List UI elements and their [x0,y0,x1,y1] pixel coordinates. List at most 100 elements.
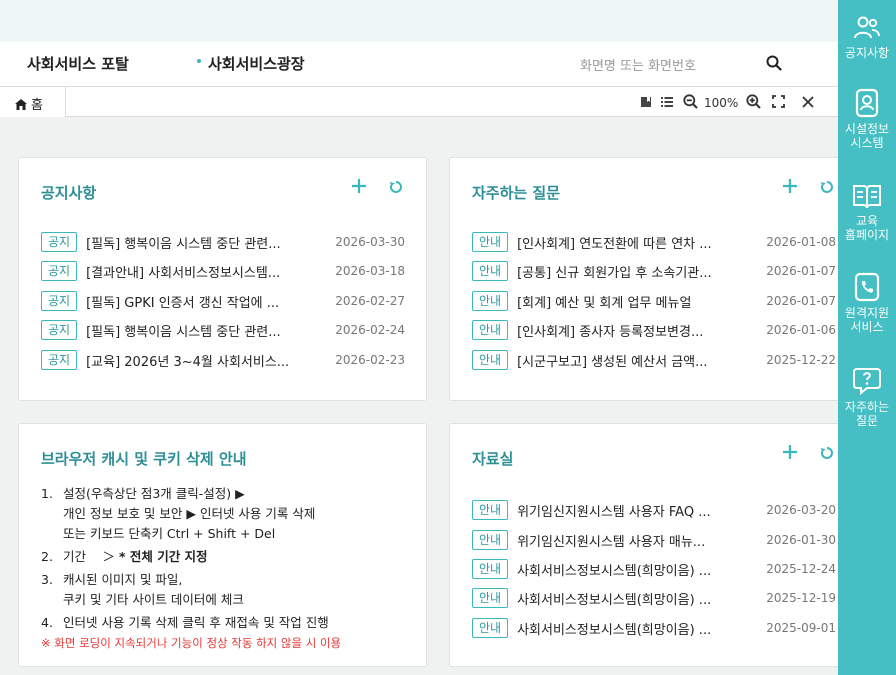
item-date: 2026-01-08 [766,235,836,249]
category-badge: 안내 [472,530,509,550]
zoom-level: 100% [704,96,739,110]
refresh-icon[interactable] [389,179,403,198]
category-badge: 안내 [472,291,509,311]
id-card-icon [855,88,879,118]
guide-title: 브라우저 캐시 및 쿠키 삭제 안내 [41,450,247,468]
list-icon[interactable] [661,96,673,111]
category-badge: 공지 [41,291,78,311]
list-item[interactable]: 안내 사회서비스정보시스템(희망이음) ... 2025-09-01 [472,617,844,639]
item-title[interactable]: 위기임신지원시스템 사용자 매뉴... [517,531,745,550]
guide-step: 4. 인터넷 사용 기록 삭제 클릭 후 재접속 및 작업 진행 [41,615,329,630]
item-title[interactable]: [교육] 2026년 3~4월 사회서비스... [86,351,314,370]
tab-home-label: 홈 [31,98,43,113]
list-item[interactable]: 안내 위기임신지원시스템 사용자 매뉴... 2026-01-30 [472,529,844,551]
item-date: 2026-02-24 [335,323,405,337]
faq-card: 자주하는 질문 안내 [인사회계] 연도전환에 따른 연차 ... 2026-01-… [449,157,849,401]
list-item[interactable]: 공지 [필독] 행복이음 시스템 중단 관련... 2026-03-30 [41,231,413,253]
item-title[interactable]: [결과안내] 사회서비스정보시스템... [86,262,314,281]
add-icon[interactable] [351,178,367,198]
list-item[interactable]: 안내 위기임신지원시스템 사용자 FAQ ... 2026-03-20 [472,499,844,521]
phone-icon [854,272,880,302]
category-badge: 안내 [472,232,509,252]
quick-facility-system[interactable]: 시설정보 시스템 [838,88,896,150]
book-icon [853,185,881,209]
list-item[interactable]: 공지 [필독] GPKI 인증서 갱신 작업에 ... 2026-02-27 [41,290,413,312]
add-icon[interactable] [782,178,798,198]
search-icon[interactable] [766,55,782,75]
item-title[interactable]: [공통] 신규 회원가입 후 소속기관... [517,262,745,281]
list-item[interactable]: 안내 [회계] 예산 및 회계 업무 메뉴얼 2026-01-07 [472,290,844,312]
item-title[interactable]: 위기임신지원시스템 사용자 FAQ ... [517,501,745,520]
portal-title[interactable]: 사회서비스 포탈 [27,53,129,74]
category-badge: 안내 [472,559,509,579]
category-badge: 안내 [472,261,509,281]
question-chat-icon [853,368,881,396]
category-badge: 안내 [472,500,509,520]
item-date: 2026-01-07 [766,294,836,308]
quick-faq-label: 자주하는 질문 [844,400,890,428]
list-item[interactable]: 안내 [인사회계] 종사자 등록정보변경... 2026-01-06 [472,319,844,341]
quick-menu-bar: 공지사항 시설정보 시스템 교육 홈페이지 원격지원 서비스 자주하는 질문 [838,0,896,675]
item-title[interactable]: [인사회계] 종사자 등록정보변경... [517,321,745,340]
list-item[interactable]: 안내 사회서비스정보시스템(희망이음) ... 2025-12-24 [472,558,844,580]
list-item[interactable]: 안내 사회서비스정보시스템(희망이음) ... 2025-12-19 [472,587,844,609]
zoom-in-icon[interactable] [746,94,762,112]
bookmark-icon[interactable] [640,96,652,111]
item-title[interactable]: [필독] 행복이음 시스템 중단 관련... [86,321,314,340]
tab-home[interactable]: 홈 [0,87,66,117]
quick-notice[interactable]: 공지사항 [838,14,896,60]
search-input[interactable]: 화면명 또는 화면번호 [580,55,696,74]
zoom-out-icon[interactable] [683,94,698,112]
list-item[interactable]: 안내 [인사회계] 연도전환에 따른 연차 ... 2026-01-08 [472,231,844,253]
quick-remote-label: 원격지원 서비스 [844,306,890,334]
refresh-icon[interactable] [820,445,834,464]
quick-education[interactable]: 교육 홈페이지 [838,182,896,242]
category-badge: 안내 [472,588,509,608]
notice-card: 공지사항 공지 [필독] 행복이음 시스템 중단 관련... 2026-03-30 … [18,157,427,401]
quick-faq[interactable]: 자주하는 질문 [838,366,896,428]
notice-title: 공지사항 [41,184,97,202]
people-icon [854,16,880,39]
header: 사회서비스 포탈 사회서비스광장 화면명 또는 화면번호 [0,42,838,86]
list-item[interactable]: 공지 [결과안내] 사회서비스정보시스템... 2026-03-18 [41,260,413,282]
category-badge: 공지 [41,261,78,281]
square-title[interactable]: 사회서비스광장 [197,53,305,74]
item-title[interactable]: 사회서비스정보시스템(희망이음) ... [517,589,745,608]
list-item[interactable]: 공지 [교육] 2026년 3~4월 사회서비스... 2026-02-23 [41,349,413,371]
list-item[interactable]: 안내 [공통] 신규 회원가입 후 소속기관... 2026-01-07 [472,260,844,282]
category-badge: 공지 [41,320,78,340]
list-item[interactable]: 공지 [필독] 행복이음 시스템 중단 관련... 2026-02-24 [41,319,413,341]
quick-remote-support[interactable]: 원격지원 서비스 [838,272,896,334]
item-title[interactable]: [필독] 행복이음 시스템 중단 관련... [86,233,314,252]
item-date: 2026-01-07 [766,264,836,278]
item-date: 2026-02-23 [335,353,405,367]
item-date: 2026-01-30 [766,533,836,547]
item-title[interactable]: [인사회계] 연도전환에 따른 연차 ... [517,233,745,252]
item-date: 2025-12-22 [766,353,836,367]
tab-bar: 홈 100% [0,86,838,117]
top-band [0,0,838,42]
category-badge: 공지 [41,232,78,252]
guide-body: 1. 설정(우측상단 점3개 클릭-설정) ▶ 개인 정보 보호 및 보안 ▶ 인터… [41,484,341,653]
library-card: 자료실 안내 위기임신지원시스템 사용자 FAQ ... 2026-03-20 안내… [449,423,849,667]
category-badge: 안내 [472,320,509,340]
item-title[interactable]: [시군구보고] 생성된 예산서 금액... [517,351,745,370]
add-icon[interactable] [782,444,798,464]
main-content: 공지사항 공지 [필독] 행복이음 시스템 중단 관련... 2026-03-30 … [0,117,849,675]
list-item[interactable]: 안내 [시군구보고] 생성된 예산서 금액... 2025-12-22 [472,349,844,371]
item-title[interactable]: [회계] 예산 및 회계 업무 메뉴얼 [517,292,745,311]
quick-education-label: 교육 홈페이지 [844,214,890,242]
item-title[interactable]: [필독] GPKI 인증서 갱신 작업에 ... [86,292,314,311]
item-title[interactable]: 사회서비스정보시스템(희망이음) ... [517,619,745,638]
guide-step: 1. 설정(우측상단 점3개 클릭-설정) ▶ 개인 정보 보호 및 보안 ▶ 인터… [41,486,316,541]
item-date: 2025-12-24 [766,562,836,576]
item-date: 2026-03-20 [766,503,836,517]
category-badge: 안내 [472,350,509,370]
fullscreen-icon[interactable] [772,95,786,111]
item-title[interactable]: 사회서비스정보시스템(희망이음) ... [517,560,745,579]
category-badge: 안내 [472,618,509,638]
category-badge: 공지 [41,350,78,370]
square-title-label: 사회서비스광장 [208,55,305,73]
close-icon[interactable] [802,95,814,111]
refresh-icon[interactable] [820,179,834,198]
